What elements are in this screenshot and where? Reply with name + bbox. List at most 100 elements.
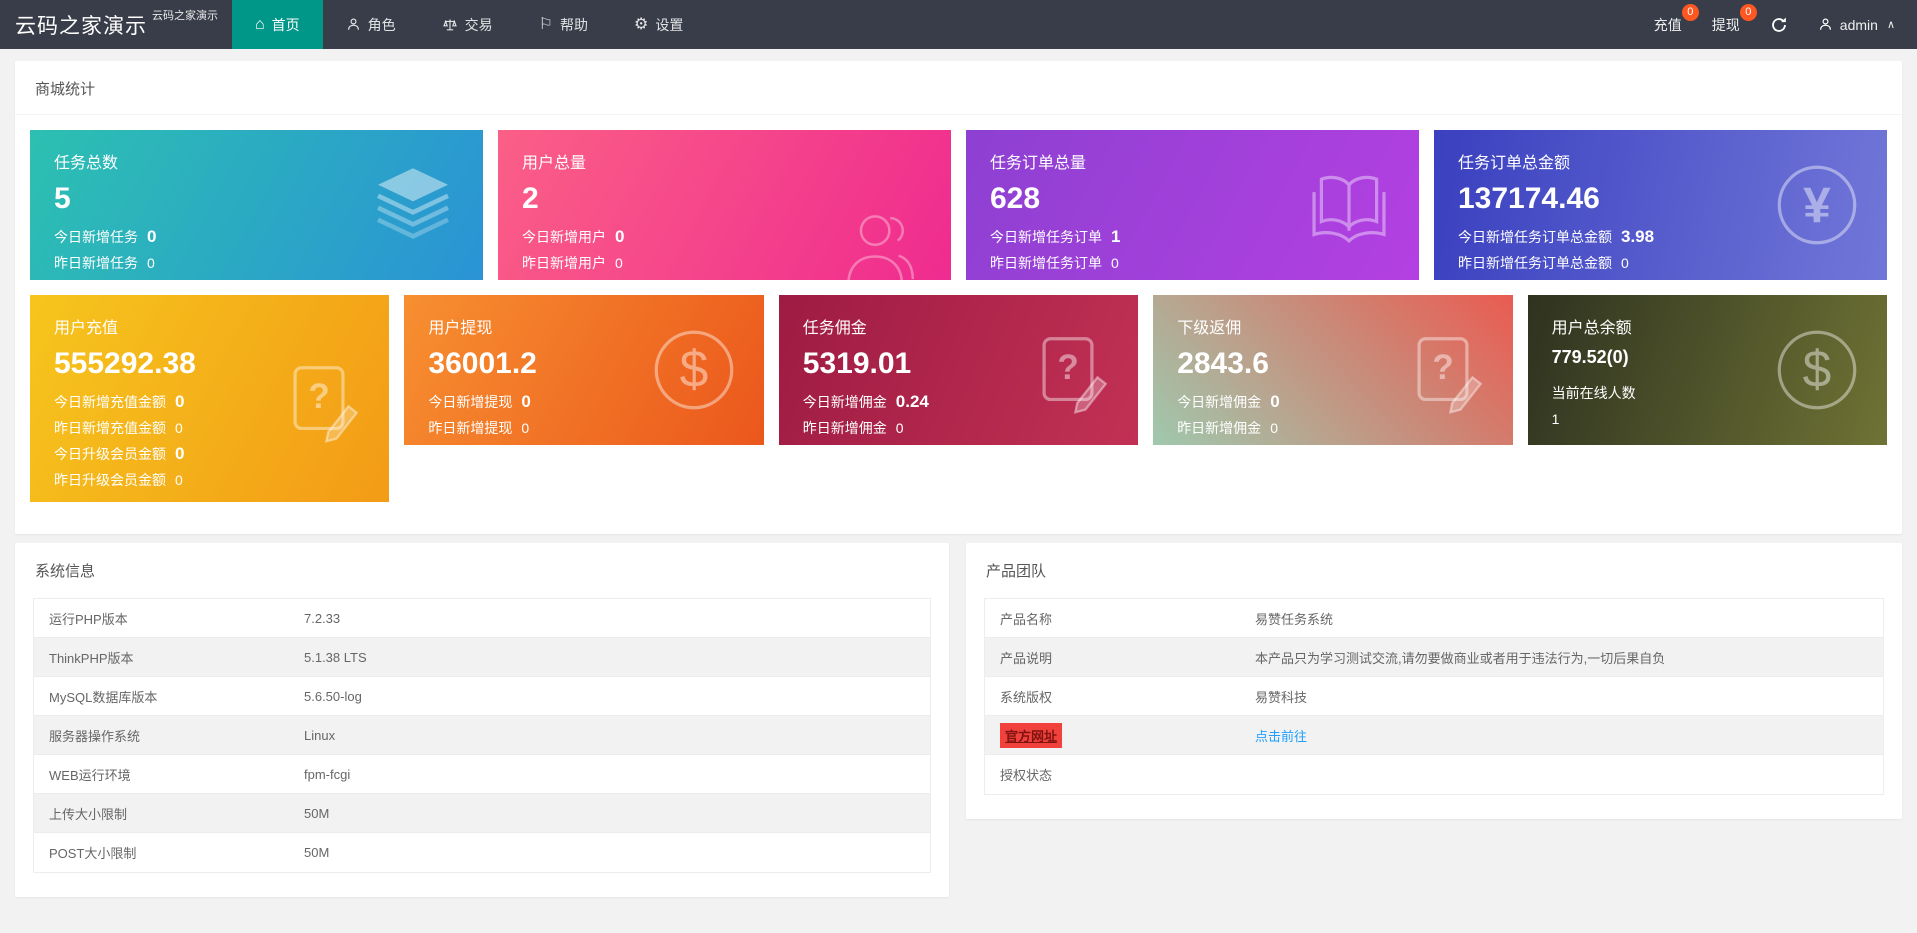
nav-item-label: 交易 [465, 15, 493, 35]
stat-line-label: 昨日新增佣金 [803, 415, 887, 441]
mall-stats-title: 商城统计 [15, 61, 1902, 115]
system-info-row: MySQL数据库版本5.6.50-log [34, 677, 930, 716]
row-label: POST大小限制 [34, 843, 304, 862]
stat-line-label: 昨日升级会员金额 [54, 467, 166, 493]
nav-item-settings[interactable]: ⚙设置 [611, 0, 706, 49]
stat-card-title: 任务订单总量 [990, 149, 1395, 173]
row-label: 授权状态 [985, 765, 1255, 784]
user-menu[interactable]: admin ∧ [1818, 17, 1895, 33]
stat-line-value: 0 [1270, 389, 1279, 415]
stat-card-line: 今日新增佣金0.24 [803, 389, 1114, 415]
withdraw-button[interactable]: 提现 0 [1712, 15, 1740, 35]
app-logo[interactable]: 云码之家演示 云码之家演示 [0, 0, 232, 49]
stat-card-user-withdraw: 用户提现36001.2今日新增提现0昨日新增提现0$ [404, 295, 763, 445]
nav-item-label: 帮助 [560, 15, 588, 35]
stat-card-line: 昨日新增佣金0 [1177, 415, 1488, 441]
system-info-row: 上传大小限制50M [34, 794, 930, 833]
row-label: 官方网址 [985, 723, 1255, 748]
stat-card-task-total: 任务总数5今日新增任务0昨日新增任务0 [30, 130, 483, 280]
recharge-badge: 0 [1682, 4, 1699, 21]
go-to-site-link[interactable]: 点击前往 [1255, 729, 1307, 744]
system-info-title: 系统信息 [15, 543, 949, 596]
chevron-up-icon: ∧ [1887, 18, 1895, 31]
stat-line-value: 0 [1111, 250, 1119, 276]
row-label: MySQL数据库版本 [34, 687, 304, 706]
app-logo-subtext: 云码之家演示 [152, 7, 218, 23]
row-label: ThinkPHP版本 [34, 648, 304, 667]
product-team-table: 产品名称易赞任务系统产品说明本产品只为学习测试交流,请勿要做商业或者用于违法行为… [984, 598, 1884, 795]
row-label: 产品名称 [985, 609, 1255, 628]
row-value: 50M [304, 845, 930, 860]
stat-line-value: 0 [521, 389, 530, 415]
row-value: fpm-fcgi [304, 767, 930, 782]
nav-item-help[interactable]: ⚐ 帮助 [516, 0, 611, 49]
stat-card-line: 昨日升级会员金额 0 [54, 467, 365, 493]
top-navbar: 云码之家演示 云码之家演示 ⌂ 首页 角色 交易 ⚐ 帮助 ⚙设置 充值 0 提现 0 [0, 0, 1917, 49]
username: admin [1840, 17, 1878, 33]
system-info-row: WEB运行环境fpm-fcgi [34, 755, 930, 794]
stat-card-title: 用户充值 [54, 314, 365, 338]
nav-item-label: 设置 [655, 15, 683, 35]
stat-line-value: 0 [615, 224, 624, 250]
row-value: 易赞任务系统 [1255, 609, 1883, 628]
navbar-right: 充值 0 提现 0 admin ∧ [1654, 0, 1917, 49]
stat-line-label: 今日新增任务订单总金额 [1458, 224, 1612, 250]
product-team-row: 产品说明本产品只为学习测试交流,请勿要做商业或者用于违法行为,一切后果自负 [985, 638, 1883, 677]
system-info-row: 服务器操作系统Linux [34, 716, 930, 755]
stat-card-line: 昨日新增用户0 [522, 250, 927, 276]
person-icon [346, 17, 361, 32]
stat-line-label: 今日新增佣金 [803, 389, 887, 415]
recharge-button[interactable]: 充值 0 [1654, 15, 1682, 35]
nav-item-trade[interactable]: 交易 [419, 0, 516, 49]
stat-line-value: 3.98 [1621, 224, 1654, 250]
system-info-row: ThinkPHP版本5.1.38 LTS [34, 638, 930, 677]
stat-card-line: 昨日新增佣金 0 [803, 415, 1114, 441]
user-icon [1818, 17, 1833, 32]
stat-line-value: 0 [175, 415, 183, 441]
withdraw-badge: 0 [1740, 4, 1757, 21]
stat-card-title: 下级返佣 [1177, 314, 1488, 338]
stat-line-value: 0 [896, 415, 904, 441]
stat-line-label: 今日新增任务 [54, 224, 138, 250]
stat-line-label: 今日升级会员金额 [54, 441, 166, 467]
stat-card-task-order-amount: 任务订单总金额137174.46今日新增任务订单总金额3.98昨日新增任务订单总… [1434, 130, 1887, 280]
home-icon: ⌂ [255, 17, 265, 33]
row-value: 7.2.33 [304, 611, 930, 626]
main-menu: ⌂ 首页 角色 交易 ⚐ 帮助 ⚙设置 [232, 0, 706, 49]
nav-item-label: 首页 [272, 15, 300, 35]
stat-card-user-balance: 用户总余额779.52(0)当前在线人数1$ [1528, 295, 1887, 445]
stat-card-line: 今日升级会员金额0 [54, 441, 365, 467]
row-label: WEB运行环境 [34, 765, 304, 784]
recharge-label: 充值 [1654, 17, 1682, 33]
stat-card-line: 今日新增提现 0 [428, 389, 739, 415]
product-team-row: 产品名称易赞任务系统 [985, 599, 1883, 638]
stat-line-label: 昨日新增充值金额 [54, 415, 166, 441]
nav-item-home[interactable]: ⌂ 首页 [232, 0, 323, 49]
stat-line-label: 今日新增提现 [428, 389, 512, 415]
stat-line-label: 昨日新增任务订单总金额 [1458, 250, 1612, 276]
stat-card-line: 1 [1552, 406, 1863, 432]
stat-line-label: 昨日新增用户 [522, 250, 606, 276]
stat-line-value: 1 [1111, 224, 1120, 250]
stat-card-title: 任务佣金 [803, 314, 1114, 338]
official-site-label[interactable]: 官方网址 [1000, 723, 1062, 748]
row-value: 易赞科技 [1255, 687, 1883, 706]
row-label: 运行PHP版本 [34, 609, 304, 628]
row-value: 5.6.50-log [304, 689, 930, 704]
nav-item-role[interactable]: 角色 [323, 0, 419, 49]
stat-card-sub-rebate: 下级返佣2843.6今日新增佣金0昨日新增佣金0? [1153, 295, 1512, 445]
refresh-icon[interactable] [1770, 16, 1788, 34]
stat-cards-row-2: 用户充值555292.38今日新增充值金额0昨日新增充值金额0今日升级会员金额0… [30, 295, 1887, 502]
system-info-table: 运行PHP版本7.2.33ThinkPHP版本5.1.38 LTSMySQL数据… [33, 598, 931, 873]
stat-card-line: 今日新增任务订单总金额 3.98 [1458, 224, 1863, 250]
stat-line-value: 0 [147, 224, 156, 250]
stat-card-title: 用户总余额 [1552, 314, 1863, 338]
stat-card-line: 今日新增佣金0 [1177, 389, 1488, 415]
stat-line-value: 0 [147, 250, 155, 276]
stat-line-value: 0 [175, 467, 183, 493]
stat-card-value: 628 [990, 182, 1395, 217]
stat-card-title: 用户总量 [522, 149, 927, 173]
flag-icon: ⚐ [539, 17, 553, 33]
stat-card-user-total: 用户总量2今日新增用户0昨日新增用户0 [498, 130, 951, 280]
stat-line-label: 当前在线人数 [1552, 380, 1636, 406]
